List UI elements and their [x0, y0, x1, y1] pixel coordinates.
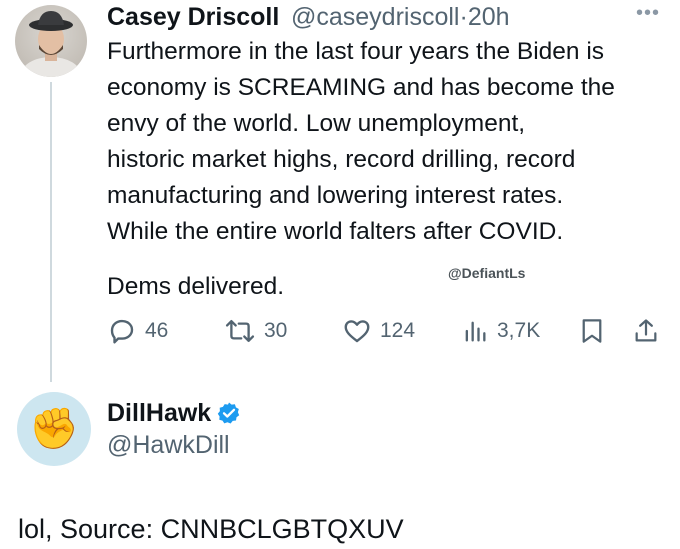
reply-author-name[interactable]: DillHawk — [107, 398, 211, 428]
reply-author-handle[interactable]: @HawkDill — [107, 430, 230, 460]
like-button[interactable]: 124 — [342, 316, 415, 346]
watermark: @DefiantLs — [448, 265, 526, 281]
share-button[interactable] — [632, 316, 660, 346]
tweet-closing-line: Dems delivered. — [107, 273, 285, 300]
like-count: 124 — [380, 319, 416, 342]
avatar-dillhawk[interactable]: ✊ — [17, 392, 91, 466]
author-handle[interactable]: @caseydriscoll — [291, 3, 459, 31]
tweet-line: manufacturing and lowering interest rate… — [107, 182, 564, 209]
tweet-time[interactable]: 20h — [468, 3, 510, 31]
author-handle-time[interactable]: @caseydriscoll·20h — [291, 2, 510, 32]
tweet-line: Furthermore in the last four years the B… — [107, 38, 605, 65]
bookmark-button[interactable] — [579, 316, 605, 346]
heart-icon — [344, 320, 370, 343]
separator-dot: · — [459, 3, 468, 31]
views-button[interactable]: 3,7K — [461, 316, 540, 346]
avatar-casey-driscoll[interactable] — [15, 5, 87, 77]
more-options-icon[interactable]: ••• — [636, 3, 660, 23]
verified-badge-icon — [218, 402, 240, 424]
tweet-line: envy of the world. Low unemployment, — [107, 110, 526, 137]
tweet-body: Furthermore in the last four years the B… — [107, 34, 667, 250]
views-chart-icon — [465, 321, 486, 342]
reply-author-name-row[interactable]: DillHawk — [107, 398, 241, 428]
tweet-line: economy is SCREAMING and has become the — [107, 74, 615, 101]
share-icon — [635, 319, 657, 342]
retweet-icon — [225, 319, 255, 343]
thread-connector-line — [50, 82, 52, 382]
reply-count: 46 — [145, 319, 169, 342]
bookmark-icon — [582, 319, 602, 343]
author-name[interactable]: Casey Driscoll — [107, 2, 279, 32]
retweet-button[interactable]: 30 — [224, 316, 287, 346]
retweet-count: 30 — [264, 319, 288, 342]
views-count: 3,7K — [497, 319, 541, 342]
reply-text: lol, Source: CNNBCLGBTQXUV — [18, 514, 404, 544]
raised-fist-icon: ✊ — [29, 407, 79, 451]
tweet-line: While the entire world falters after COV… — [107, 218, 564, 245]
reply-icon — [110, 319, 134, 344]
tweet-line: historic market highs, record drilling, … — [107, 146, 576, 173]
reply-button[interactable]: 46 — [107, 316, 168, 346]
profile-photo-icon — [21, 11, 81, 77]
